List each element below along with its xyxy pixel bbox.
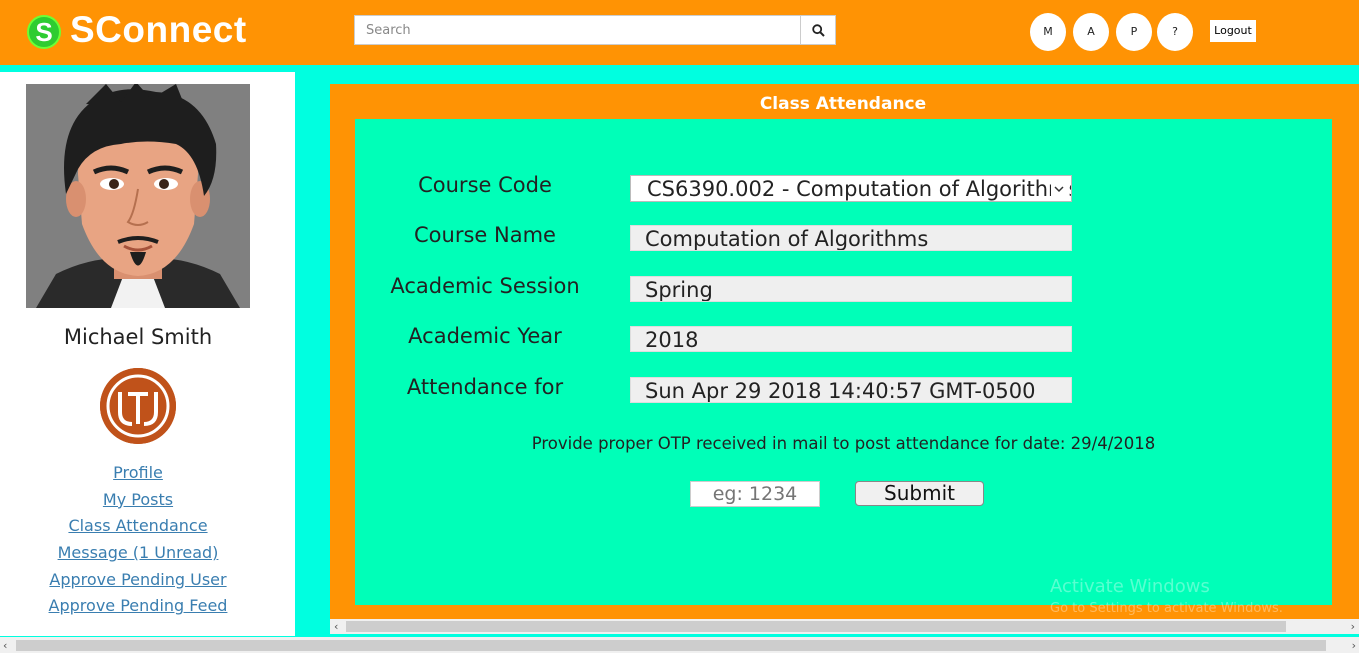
inner-horizontal-scrollbar[interactable]: ‹ ›: [330, 619, 1359, 634]
app-logo[interactable]: S: [26, 14, 62, 49]
sidebar-link-profile[interactable]: Profile: [0, 460, 276, 487]
academic-session-field: Spring: [630, 276, 1072, 302]
search-icon: [811, 23, 825, 37]
attendance-for-label: Attendance for: [406, 375, 564, 399]
scroll-left-icon[interactable]: ‹: [334, 619, 338, 634]
sidebar-link-my-posts[interactable]: My Posts: [0, 487, 276, 514]
logout-button[interactable]: Logout: [1210, 20, 1256, 42]
avatar-illustration: [26, 84, 250, 308]
otp-instructions: Provide proper OTP received in mail to p…: [531, 434, 1156, 453]
school-logo: [100, 368, 176, 444]
top-bar: S SConnect M A P ? Logout: [0, 0, 1359, 65]
page-title: Class Attendance: [759, 94, 927, 114]
user-name: Michael Smith: [63, 325, 213, 349]
course-code-label: Course Code: [418, 173, 552, 197]
activation-watermark-title: Activate Windows: [1050, 576, 1210, 597]
academic-year-label: Academic Year: [408, 324, 562, 348]
circle-button-p[interactable]: P: [1116, 13, 1152, 51]
circle-button-a[interactable]: A: [1073, 13, 1109, 51]
brand-name[interactable]: SConnect: [70, 9, 247, 51]
logo-letter: S: [27, 15, 61, 49]
sidebar-link-approve-pending-feed[interactable]: Approve Pending Feed: [0, 593, 276, 620]
sidebar-link-approve-pending-user[interactable]: Approve Pending User: [0, 567, 276, 594]
submit-button[interactable]: Submit: [855, 481, 984, 506]
search-button[interactable]: [800, 16, 835, 44]
otp-input[interactable]: [690, 481, 820, 507]
course-name-label: Course Name: [414, 223, 556, 247]
utd-logo-icon: [100, 368, 176, 444]
page-horizontal-scrollbar[interactable]: ‹ ›: [0, 637, 1359, 653]
scroll-right-icon[interactable]: ›: [1351, 619, 1355, 634]
help-button[interactable]: ?: [1157, 13, 1193, 51]
avatar: [26, 84, 250, 308]
sidebar: Michael Smith Profile My Posts Class Att…: [0, 72, 295, 636]
search-bar: [354, 15, 836, 45]
course-code-value: CS6390.002 - Computation of Algorithms: [647, 177, 1072, 201]
page-scroll-right-icon[interactable]: ›: [1352, 638, 1356, 653]
sidebar-link-message[interactable]: Message (1 Unread): [0, 540, 276, 567]
course-name-field: Computation of Algorithms: [630, 225, 1072, 251]
page-scrollbar-thumb[interactable]: [16, 640, 1326, 651]
circle-button-m[interactable]: M: [1030, 13, 1066, 51]
academic-year-field: 2018: [630, 326, 1072, 352]
activation-watermark-subtitle: Go to Settings to activate Windows.: [1050, 601, 1283, 616]
sidebar-link-class-attendance[interactable]: Class Attendance: [0, 513, 276, 540]
course-code-select[interactable]: CS6390.002 - Computation of Algorithms: [630, 175, 1072, 202]
scrollbar-thumb[interactable]: [346, 621, 1286, 632]
sidebar-nav: Profile My Posts Class Attendance Messag…: [0, 460, 276, 620]
chevron-down-icon: [1051, 176, 1067, 201]
search-input[interactable]: [355, 16, 801, 44]
academic-session-label: Academic Session: [390, 274, 580, 298]
attendance-for-field: Sun Apr 29 2018 14:40:57 GMT-0500: [630, 377, 1072, 403]
page-scroll-left-icon[interactable]: ‹: [3, 638, 7, 653]
